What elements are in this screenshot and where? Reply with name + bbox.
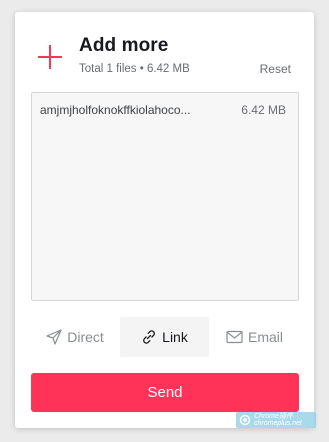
tab-direct-label: Direct (67, 329, 104, 345)
file-name: amjmjholfoknokffkiolahoco... (40, 103, 191, 117)
transfer-panel: Add more Total 1 files • 6.42 MB Reset a… (15, 12, 314, 428)
watermark-logo: Chrome插件 chromeplus.net (236, 412, 316, 428)
panel-title: Add more (79, 35, 169, 56)
tab-link-label: Link (162, 329, 188, 345)
files-summary: Total 1 files • 6.42 MB (79, 63, 190, 75)
send-arrow-icon (46, 329, 62, 345)
file-list: amjmjholfoknokffkiolahoco... 6.42 MB (31, 92, 299, 301)
tab-direct[interactable]: Direct (31, 317, 119, 357)
tab-email[interactable]: Email (210, 317, 299, 357)
send-button[interactable]: Send (31, 373, 299, 412)
file-size: 6.42 MB (241, 103, 286, 117)
watermark-line-2: chromeplus.net (254, 420, 302, 427)
watermark-line-1: Chrome插件 (254, 413, 293, 420)
transfer-method-tabs: Direct Link Email (31, 317, 299, 357)
tab-link[interactable]: Link (120, 317, 209, 357)
page: Add more Total 1 files • 6.42 MB Reset a… (0, 0, 329, 442)
add-more-plus-icon[interactable] (37, 44, 63, 70)
link-icon (141, 329, 157, 345)
file-list-item[interactable]: amjmjholfoknokffkiolahoco... 6.42 MB (40, 103, 286, 119)
tab-email-label: Email (247, 329, 283, 345)
snail-logo-icon (239, 414, 251, 426)
reset-button[interactable]: Reset (260, 62, 291, 76)
envelope-icon (226, 330, 243, 344)
watermark-text: Chrome插件 chromeplus.net (254, 413, 302, 427)
